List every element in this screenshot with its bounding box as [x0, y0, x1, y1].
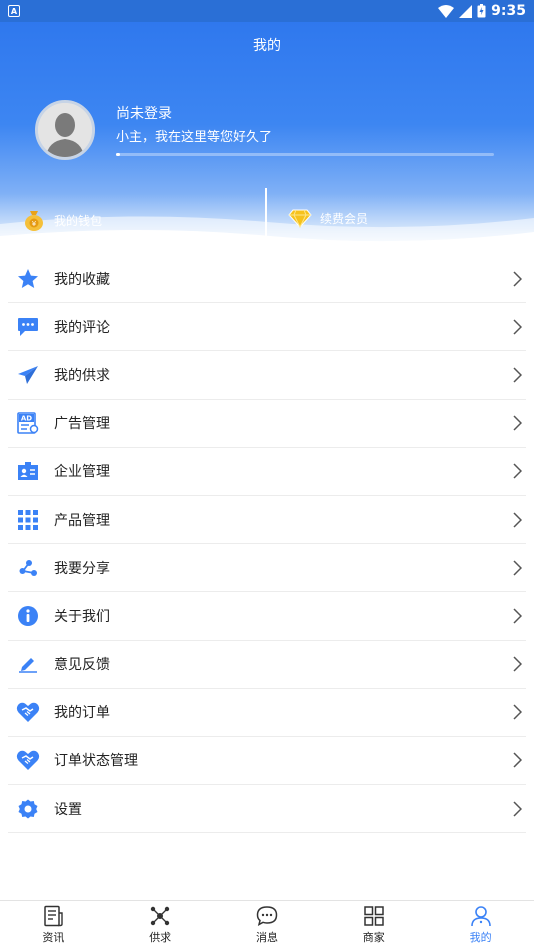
- star-icon: [16, 267, 40, 291]
- menu-item-label: 企业管理: [54, 464, 110, 481]
- tab-messages[interactable]: 消息: [214, 901, 321, 950]
- chevron-right-icon: [513, 608, 522, 624]
- header-divider: [265, 188, 267, 250]
- message-icon: [256, 906, 278, 926]
- menu-item-label: 关于我们: [54, 608, 110, 625]
- menu-item-label: 广告管理: [54, 416, 110, 433]
- tab-news[interactable]: 资讯: [0, 901, 107, 950]
- menu-item-label: 我的供求: [54, 367, 110, 384]
- menu-item-share[interactable]: 我要分享: [8, 544, 526, 593]
- svg-text:AD: AD: [21, 415, 32, 423]
- chevron-right-icon: [513, 801, 522, 817]
- status-indicators: 9:35: [438, 3, 526, 19]
- menu-item-label: 订单状态管理: [54, 753, 138, 770]
- info-icon: [16, 604, 40, 628]
- money-bag-icon: ¥: [25, 211, 43, 231]
- wifi-icon: [438, 4, 455, 18]
- wallet-button[interactable]: ¥ 我的钱包: [22, 208, 102, 232]
- renew-vip-button[interactable]: 续费会员: [288, 208, 368, 228]
- menu-item-my-orders[interactable]: 我的订单: [8, 689, 526, 737]
- edit-icon: [16, 652, 40, 676]
- chevron-right-icon: [513, 367, 522, 383]
- menu-item-label: 我的评论: [54, 319, 110, 336]
- menu-item-label: 设置: [54, 801, 82, 818]
- tab-label: 资讯: [42, 931, 65, 944]
- tab-label: 我的: [469, 931, 492, 944]
- network-icon: [150, 906, 170, 926]
- status-time: 9:35: [491, 3, 526, 19]
- level-progress-fill: [116, 153, 120, 156]
- login-status-title[interactable]: 尚未登录: [116, 103, 172, 123]
- tab-merchants[interactable]: 商家: [320, 901, 427, 950]
- profile-header: 我的 尚未登录 小主，我在这里等您好久了 ¥ 我的钱包 续费会员: [0, 22, 534, 250]
- chevron-right-icon: [513, 415, 522, 431]
- chevron-right-icon: [513, 656, 522, 672]
- chevron-right-icon: [513, 560, 522, 576]
- menu-item-order-status-management[interactable]: 订单状态管理: [8, 737, 526, 786]
- user-icon: [470, 906, 491, 927]
- menu-item-label: 我的订单: [54, 705, 110, 722]
- menu-item-label: 产品管理: [54, 512, 110, 529]
- battery-icon: [477, 4, 486, 18]
- menu-item-label: 意见反馈: [54, 657, 110, 674]
- menu-item-favorites[interactable]: 我的收藏: [8, 255, 526, 304]
- menu-item-ad-management[interactable]: AD 广告管理: [8, 400, 526, 448]
- menu-item-label: 我的收藏: [54, 271, 110, 288]
- paper-plane-icon: [16, 363, 40, 387]
- ad-icon: AD: [16, 411, 40, 435]
- tab-mine[interactable]: 我的: [427, 901, 534, 950]
- bottom-tab-bar: 资讯 供求 消息 商家 我的: [0, 900, 534, 950]
- store-grid-icon: [364, 906, 384, 926]
- menu-item-settings[interactable]: 设置: [8, 785, 526, 834]
- chevron-right-icon: [513, 319, 522, 335]
- menu-item-comments[interactable]: 我的评论: [8, 303, 526, 352]
- wallet-label: 我的钱包: [54, 213, 103, 228]
- menu-item-product-management[interactable]: 产品管理: [8, 496, 526, 545]
- news-icon: [44, 905, 64, 927]
- menu-item-company-management[interactable]: 企业管理: [8, 448, 526, 496]
- chevron-right-icon: [513, 752, 522, 768]
- menu-item-feedback[interactable]: 意见反馈: [8, 641, 526, 689]
- tab-supply-demand[interactable]: 供求: [107, 901, 214, 950]
- tab-label: 商家: [362, 931, 385, 944]
- menu-item-label: 我要分享: [54, 560, 110, 577]
- chevron-right-icon: [513, 271, 522, 287]
- vip-label: 续费会员: [320, 211, 369, 226]
- status-bar: A 9:35: [0, 0, 534, 22]
- gear-icon: [16, 797, 40, 821]
- diamond-icon: [288, 209, 312, 228]
- avatar[interactable]: [35, 100, 95, 160]
- menu-item-supply-demand[interactable]: 我的供求: [8, 351, 526, 400]
- level-progress-bar: [116, 153, 494, 156]
- chevron-right-icon: [513, 512, 522, 528]
- grid-icon: [16, 508, 40, 532]
- chevron-right-icon: [513, 704, 522, 720]
- menu-list: 我的收藏 我的评论 我的供求 AD 广告管理 企业管理 产品管理 我要分享 关于…: [8, 255, 526, 834]
- chevron-right-icon: [513, 463, 522, 479]
- page-title: 我的: [253, 38, 281, 54]
- heart-handshake-icon: [16, 748, 40, 772]
- company-icon: [16, 459, 40, 483]
- heart-handshake-icon: [16, 700, 40, 724]
- tab-label: 供求: [149, 931, 172, 944]
- share-icon: [16, 556, 40, 580]
- signal-icon: [459, 4, 473, 18]
- menu-item-about-us[interactable]: 关于我们: [8, 592, 526, 641]
- default-avatar-icon: [38, 103, 92, 157]
- svg-text:¥: ¥: [32, 220, 37, 228]
- notification-icon: A: [8, 5, 20, 17]
- comment-icon: [16, 315, 40, 339]
- login-status-subtitle: 小主，我在这里等您好久了: [116, 130, 273, 145]
- tab-label: 消息: [255, 931, 278, 944]
